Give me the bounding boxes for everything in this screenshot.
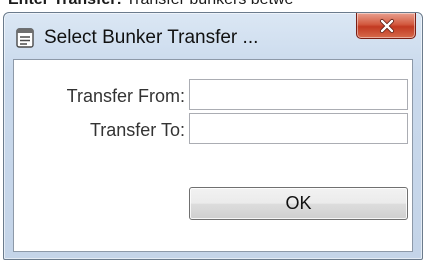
transfer-to-label: Transfer To:: [89, 120, 185, 140]
background-rest-text: Transfer bunkers betwe: [122, 0, 293, 8]
background-bold-text: Enter Transfer:: [8, 0, 122, 8]
transfer-from-label: Transfer From:: [66, 86, 185, 106]
dialog-content: Transfer From: Transfer To: OK: [13, 59, 413, 252]
title-bar[interactable]: Select Bunker Transfer ...: [4, 13, 422, 57]
ok-button[interactable]: OK: [189, 187, 408, 220]
transfer-to-input[interactable]: [189, 113, 408, 144]
dialog-title: Select Bunker Transfer ...: [44, 27, 259, 48]
transfer-from-input[interactable]: [189, 79, 408, 110]
close-button[interactable]: [356, 13, 416, 39]
document-list-icon: [16, 28, 34, 48]
close-icon: [380, 19, 394, 33]
select-bunker-transfer-dialog: Select Bunker Transfer ... Transfer From…: [3, 12, 423, 260]
